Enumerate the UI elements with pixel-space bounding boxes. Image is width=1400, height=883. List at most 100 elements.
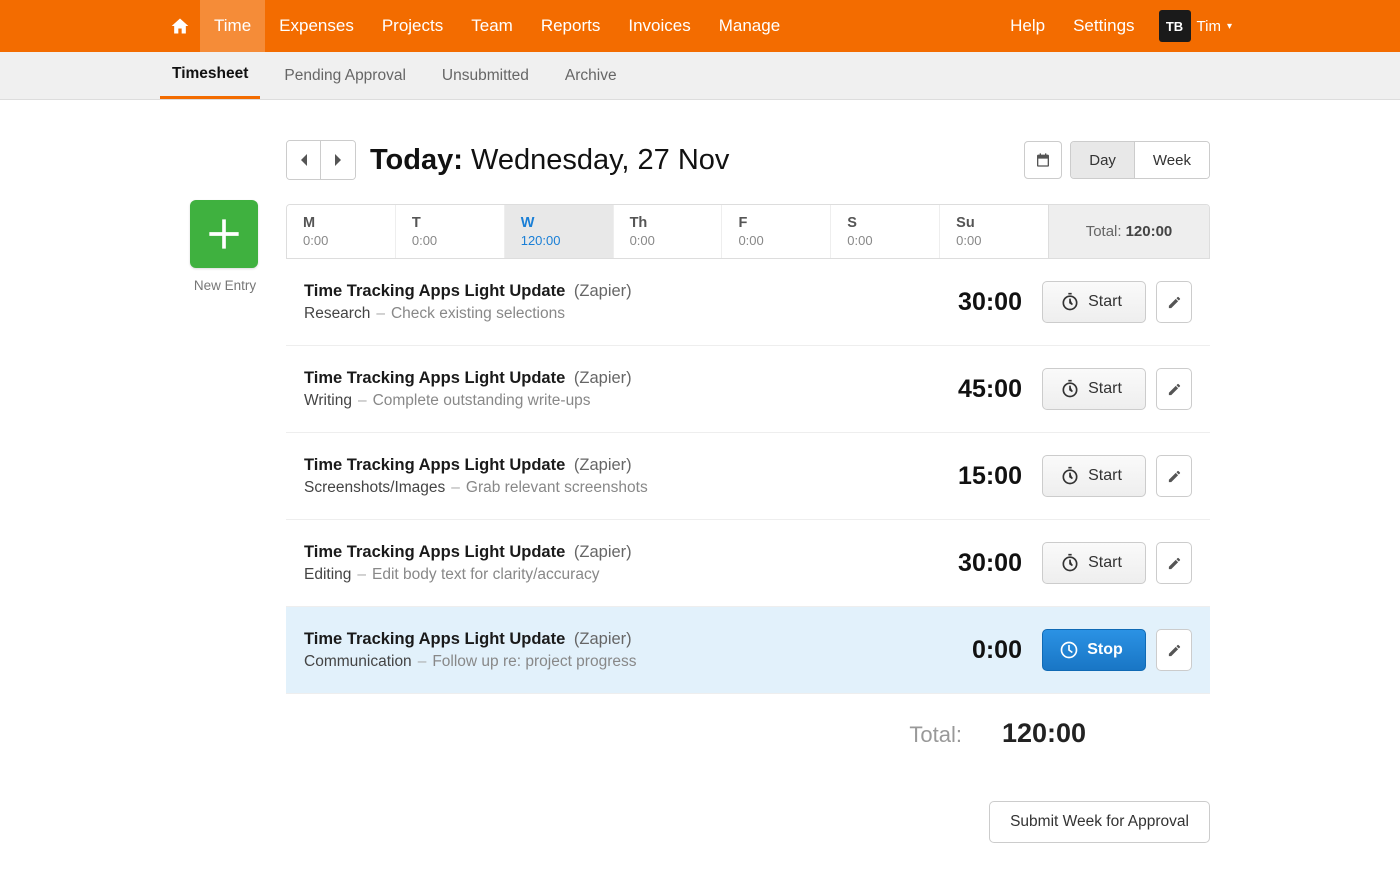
chevron-down-icon: ▾ [1227,21,1232,32]
start-label: Start [1088,554,1122,572]
nav-item-reports[interactable]: Reports [527,0,615,52]
day-hours: 120:00 [521,233,597,248]
prev-day-button[interactable] [287,141,321,179]
time-entry: Time Tracking Apps Light Update (Zapier)… [286,346,1210,433]
week-total: Total: 120:00 [1049,205,1209,258]
week-strip: M0:00T0:00W120:00Th0:00F0:00S0:00Su0:00 … [286,204,1210,259]
day-hours: 0:00 [847,233,923,248]
edit-entry-button[interactable] [1156,542,1192,584]
timer-icon [1059,640,1079,660]
subnav-tab-timesheet[interactable]: Timesheet [160,52,260,99]
view-day-button[interactable]: Day [1071,142,1135,178]
pencil-icon [1167,556,1182,571]
chevron-left-icon [299,153,309,167]
subnav-tab-pending-approval[interactable]: Pending Approval [272,52,418,99]
calendar-button[interactable] [1024,141,1062,179]
start-timer-button[interactable]: Start [1042,455,1146,497]
new-entry-button[interactable] [190,200,258,268]
settings-link[interactable]: Settings [1059,0,1148,52]
calendar-icon [1035,152,1051,168]
sub-nav: Timesheet Pending Approval Unsubmitted Arch… [0,52,1400,100]
week-day-su[interactable]: Su 0:00 [940,205,1049,258]
day-abbr: Su [956,215,1032,231]
entry-time: 45:00 [912,375,1022,404]
entry-task: Screenshots/Images [304,479,445,496]
edit-entry-button[interactable] [1156,629,1192,671]
entry-time: 15:00 [912,462,1022,491]
week-day-w[interactable]: W120:00 [505,205,614,258]
stop-label: Stop [1087,641,1123,659]
stop-timer-button[interactable]: Stop [1042,629,1146,671]
entry-note: Check existing selections [391,305,565,322]
submit-week-button[interactable]: Submit Week for Approval [989,801,1210,843]
week-day-th[interactable]: Th0:00 [614,205,723,258]
day-abbr: T [412,215,488,231]
entry-note: Edit body text for clarity/accuracy [372,566,599,583]
week-total-value: 120:00 [1126,223,1173,240]
nav-item-projects[interactable]: Projects [368,0,457,52]
nav-item-time[interactable]: Time [200,0,265,52]
view-week-button[interactable]: Week [1135,142,1209,178]
entry-task: Editing [304,566,351,583]
timer-icon [1060,292,1080,312]
pencil-icon [1167,643,1182,658]
date-text: Wednesday, 27 Nov [471,144,729,176]
nav-item-team[interactable]: Team [457,0,527,52]
new-entry-label: New Entry [190,278,260,293]
next-day-button[interactable] [321,141,355,179]
new-entry: New Entry [190,200,260,293]
subnav-tab-unsubmitted[interactable]: Unsubmitted [430,52,541,99]
total-value: 120:00 [1002,718,1192,749]
time-entry: Time Tracking Apps Light Update (Zapier)… [286,607,1210,694]
entry-time: 0:00 [912,636,1022,665]
day-hours: 0:00 [956,233,1032,248]
entry-note: Follow up re: project progress [432,653,636,670]
entry-time: 30:00 [912,288,1022,317]
timer-icon [1060,379,1080,399]
entry-project: Time Tracking Apps Light Update [304,543,565,561]
time-entry: Time Tracking Apps Light Update (Zapier)… [286,433,1210,520]
pencil-icon [1167,295,1182,310]
nav-item-manage[interactable]: Manage [705,0,794,52]
edit-entry-button[interactable] [1156,281,1192,323]
subnav-tab-archive[interactable]: Archive [553,52,629,99]
entry-client: (Zapier) [574,369,632,387]
user-menu[interactable]: Tim ▾ [1197,0,1240,52]
edit-entry-button[interactable] [1156,455,1192,497]
entry-note: Complete outstanding write-ups [373,392,591,409]
entries-list: Time Tracking Apps Light Update (Zapier)… [286,259,1210,694]
entry-project: Time Tracking Apps Light Update [304,456,565,474]
week-day-t[interactable]: T 0:00 [396,205,505,258]
time-entry: Time Tracking Apps Light Update (Zapier)… [286,259,1210,346]
week-day-f[interactable]: F 0:00 [722,205,831,258]
edit-entry-button[interactable] [1156,368,1192,410]
entry-project: Time Tracking Apps Light Update [304,369,565,387]
chevron-right-icon [333,153,343,167]
day-abbr: M [303,215,379,231]
nav-item-invoices[interactable]: Invoices [614,0,704,52]
time-entry: Time Tracking Apps Light Update (Zapier)… [286,520,1210,607]
start-timer-button[interactable]: Start [1042,542,1146,584]
start-timer-button[interactable]: Start [1042,281,1146,323]
week-day-s[interactable]: S 0:00 [831,205,940,258]
date-header: Today: Wednesday, 27 Nov Day Week [286,140,1210,180]
day-hours: 0:00 [738,233,814,248]
entry-task: Writing [304,392,352,409]
pencil-icon [1167,469,1182,484]
week-day-m[interactable]: M0:00 [287,205,396,258]
day-abbr: F [738,215,814,231]
entry-task: Communication [304,653,412,670]
entry-client: (Zapier) [574,630,632,648]
avatar[interactable]: TB [1159,10,1191,42]
help-link[interactable]: Help [996,0,1059,52]
day-hours: 0:00 [412,233,488,248]
home-icon[interactable] [160,0,200,52]
date-pager [286,140,356,180]
nav-item-expenses[interactable]: Expenses [265,0,368,52]
start-timer-button[interactable]: Start [1042,368,1146,410]
day-abbr: S [847,215,923,231]
total-row: Total: 120:00 [286,694,1210,773]
pencil-icon [1167,382,1182,397]
entry-client: (Zapier) [574,456,632,474]
entry-client: (Zapier) [574,282,632,300]
